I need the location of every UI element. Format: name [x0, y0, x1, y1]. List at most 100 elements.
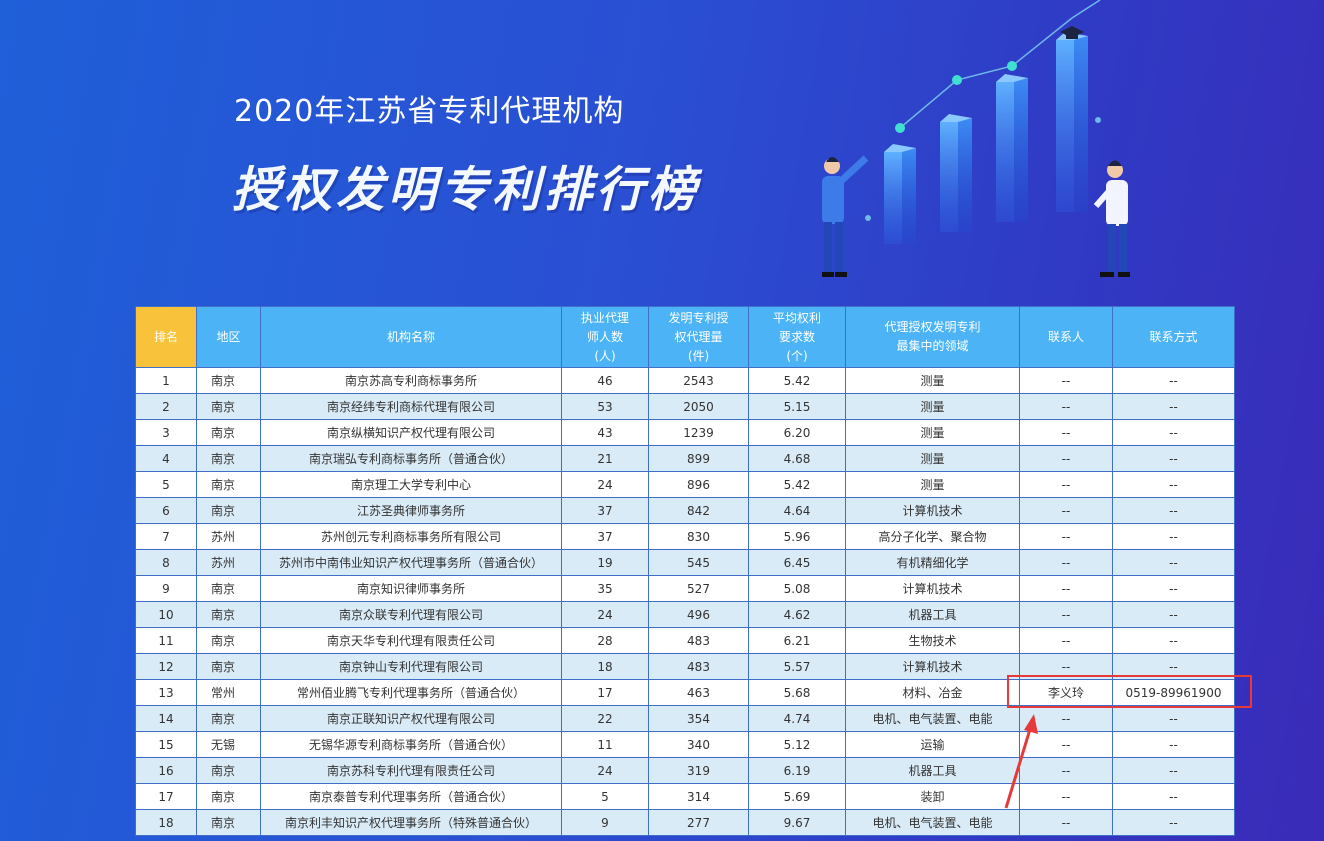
cell-rank: 14 [135, 705, 197, 732]
cell-contact: -- [1019, 549, 1113, 576]
cell-contact: -- [1019, 523, 1113, 550]
highlight-box [1007, 675, 1252, 708]
cell-agents: 21 [561, 445, 649, 472]
table-row: 5 南京 南京理工大学专利中心 24 896 5.42 测量 -- -- [135, 471, 1235, 498]
cell-region: 南京 [196, 367, 261, 394]
banner-title: 授权发明专利排行榜 [232, 162, 701, 218]
table-row: 17 南京 南京泰普专利代理事务所（普通合伙） 5 314 5.69 装卸 -- -- [135, 783, 1235, 810]
cell-name: 苏州创元专利商标事务所有限公司 [260, 523, 562, 550]
cell-claims: 5.12 [748, 731, 846, 758]
cell-rank: 11 [135, 627, 197, 654]
cell-contact: -- [1019, 575, 1113, 602]
cell-region: 南京 [196, 471, 261, 498]
cell-patents: 2543 [648, 367, 749, 394]
cell-agents: 17 [561, 679, 649, 706]
cell-agents: 18 [561, 653, 649, 680]
cell-phone: -- [1112, 601, 1235, 628]
cell-patents: 842 [648, 497, 749, 524]
cell-contact: -- [1019, 601, 1113, 628]
cell-rank: 7 [135, 523, 197, 550]
cell-field: 电机、电气装置、电能 [845, 705, 1020, 732]
cell-phone: -- [1112, 419, 1235, 446]
cell-phone: -- [1112, 497, 1235, 524]
cell-rank: 10 [135, 601, 197, 628]
bar-chart-illustration [822, 0, 1130, 277]
cell-name: 常州佰业腾飞专利代理事务所（普通合伙） [260, 679, 562, 706]
cell-rank: 2 [135, 393, 197, 420]
cell-field: 计算机技术 [845, 575, 1020, 602]
cell-claims: 5.57 [748, 653, 846, 680]
cell-field: 测量 [845, 367, 1020, 394]
cell-rank: 13 [135, 679, 197, 706]
cell-claims: 5.68 [748, 679, 846, 706]
cell-region: 南京 [196, 497, 261, 524]
cell-region: 南京 [196, 783, 261, 810]
cell-claims: 6.19 [748, 757, 846, 784]
cell-name: 南京泰普专利代理事务所（普通合伙） [260, 783, 562, 810]
cell-region: 南京 [196, 705, 261, 732]
ranking-table: 排名 地区 机构名称 执业代理 师人数 (人) 发明专利授 权代理量 (件) 平均权利要… [135, 306, 1235, 836]
header-name: 机构名称 [260, 306, 562, 368]
cell-field: 材料、冶金 [845, 679, 1020, 706]
cell-rank: 15 [135, 731, 197, 758]
cell-name: 南京苏高专利商标事务所 [260, 367, 562, 394]
table-row: 2 南京 南京经纬专利商标代理有限公司 53 2050 5.15 测量 -- -- [135, 393, 1235, 420]
cell-patents: 319 [648, 757, 749, 784]
cell-agents: 37 [561, 497, 649, 524]
cell-phone: -- [1112, 809, 1235, 836]
cell-agents: 22 [561, 705, 649, 732]
cell-name: 南京众联专利代理有限公司 [260, 601, 562, 628]
table-row: 6 南京 江苏圣典律师事务所 37 842 4.64 计算机技术 -- -- [135, 497, 1235, 524]
cell-region: 无锡 [196, 731, 261, 758]
cell-patents: 1239 [648, 419, 749, 446]
cell-contact: -- [1019, 471, 1113, 498]
cell-phone: -- [1112, 367, 1235, 394]
table-row: 4 南京 南京瑞弘专利商标事务所（普通合伙） 21 899 4.68 测量 -- -- [135, 445, 1235, 472]
cell-field: 机器工具 [845, 757, 1020, 784]
cell-claims: 4.64 [748, 497, 846, 524]
table-row: 3 南京 南京纵横知识产权代理有限公司 43 1239 6.20 测量 -- -- [135, 419, 1235, 446]
cell-agents: 9 [561, 809, 649, 836]
cell-phone: -- [1112, 627, 1235, 654]
chart-dot [895, 123, 905, 133]
header-patents: 发明专利授 权代理量 (件) [648, 306, 749, 368]
cell-patents: 545 [648, 549, 749, 576]
cell-region: 常州 [196, 679, 261, 706]
cell-claims: 4.74 [748, 705, 846, 732]
cell-agents: 37 [561, 523, 649, 550]
cell-contact: -- [1019, 445, 1113, 472]
cell-name: 南京理工大学专利中心 [260, 471, 562, 498]
cell-patents: 830 [648, 523, 749, 550]
cell-patents: 896 [648, 471, 749, 498]
cell-agents: 19 [561, 549, 649, 576]
cell-phone: -- [1112, 783, 1235, 810]
cell-patents: 340 [648, 731, 749, 758]
cell-region: 南京 [196, 601, 261, 628]
cell-field: 装卸 [845, 783, 1020, 810]
cell-name: 南京利丰知识产权代理事务所（特殊普通合伙） [260, 809, 562, 836]
header-agents: 执业代理 师人数 (人) [561, 306, 649, 368]
cell-claims: 5.96 [748, 523, 846, 550]
cell-phone: -- [1112, 523, 1235, 550]
cell-region: 苏州 [196, 549, 261, 576]
cell-field: 有机精细化学 [845, 549, 1020, 576]
cell-agents: 35 [561, 575, 649, 602]
ranking-table-container: 排名 地区 机构名称 执业代理 师人数 (人) 发明专利授 权代理量 (件) 平均权利要… [135, 306, 1235, 836]
table-row: 7 苏州 苏州创元专利商标事务所有限公司 37 830 5.96 高分子化学、聚合物 -- -- [135, 523, 1235, 550]
cell-rank: 1 [135, 367, 197, 394]
header-region: 地区 [196, 306, 261, 368]
cell-region: 南京 [196, 445, 261, 472]
cell-patents: 2050 [648, 393, 749, 420]
banner: 2020年江苏省专利代理机构 授权发明专利排行榜 [0, 0, 1324, 306]
cell-rank: 4 [135, 445, 197, 472]
cell-contact: -- [1019, 627, 1113, 654]
cell-patents: 277 [648, 809, 749, 836]
table-row: 18 南京 南京利丰知识产权代理事务所（特殊普通合伙） 9 277 9.67 电机、电气装置… [135, 809, 1235, 836]
cell-patents: 899 [648, 445, 749, 472]
person-right-illustration [1093, 160, 1130, 277]
cell-field: 测量 [845, 445, 1020, 472]
person-left-illustration [822, 155, 869, 277]
header-field: 代理授权发明专利 最集中的领域 [845, 306, 1020, 368]
cell-name: 南京纵横知识产权代理有限公司 [260, 419, 562, 446]
table-header-row: 排名 地区 机构名称 执业代理 师人数 (人) 发明专利授 权代理量 (件) 平均权利要… [135, 306, 1235, 368]
